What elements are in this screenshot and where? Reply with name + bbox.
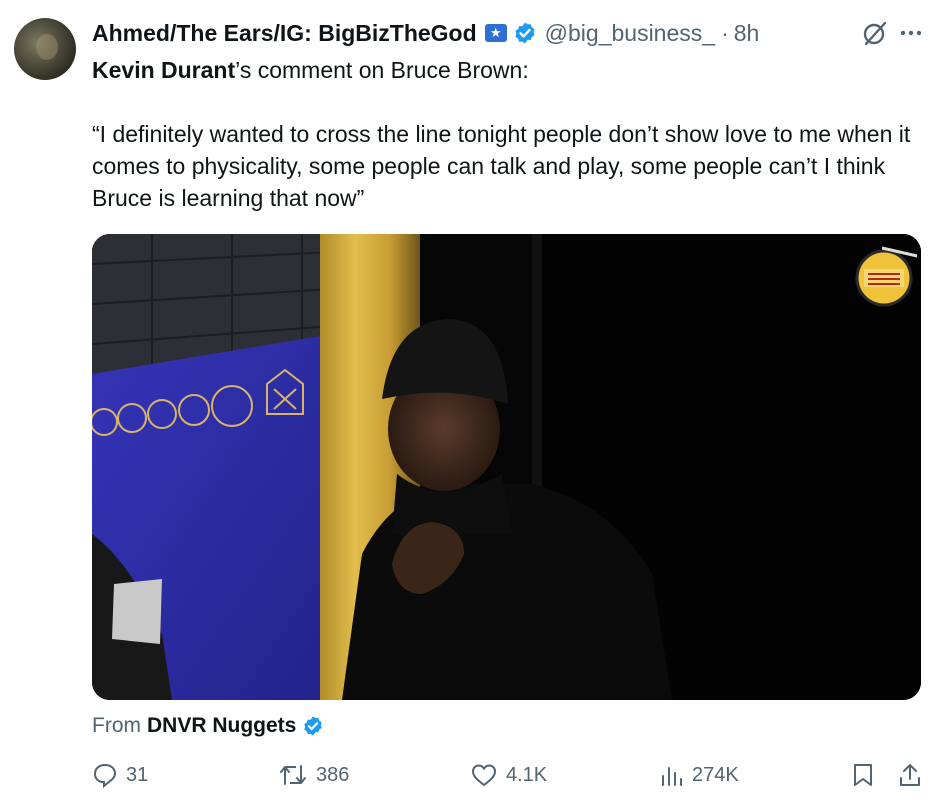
like-button[interactable]: 4.1K <box>470 762 547 788</box>
share-button[interactable] <box>898 762 930 788</box>
from-prefix: From <box>92 714 141 737</box>
author-display-name[interactable]: Ahmed/The Ears/IG: BigBizTheGod <box>92 20 477 47</box>
author-avatar[interactable] <box>14 18 76 80</box>
views-icon <box>662 767 682 786</box>
source-account-link[interactable]: DNVR Nuggets <box>147 714 296 738</box>
video-player[interactable] <box>92 234 921 700</box>
tweet-timestamp[interactable]: 8h <box>734 20 760 47</box>
grok-icon[interactable] <box>860 18 890 48</box>
subtitle-rest: ’s comment on Bruce Brown: <box>235 57 529 83</box>
reply-button[interactable]: 31 <box>92 762 148 788</box>
verified-icon <box>304 716 323 736</box>
verified-icon <box>515 22 535 44</box>
author-handle[interactable]: @big_business_ <box>545 20 715 47</box>
more-icon[interactable] <box>896 18 926 48</box>
repost-count: 386 <box>316 763 350 786</box>
like-icon <box>471 764 497 787</box>
tweet-subtitle: Kevin Durant’s comment on Bruce Brown: <box>92 57 529 84</box>
share-icon <box>900 764 920 786</box>
bookmark-icon <box>854 764 872 786</box>
separator-dot: · <box>721 19 729 46</box>
views-button[interactable]: 274K <box>660 762 739 788</box>
repost-icon <box>280 765 306 785</box>
video-source: From DNVR Nuggets <box>92 714 324 738</box>
tweet-header: Ahmed/The Ears/IG: BigBizTheGod ★ @big_b… <box>92 18 920 48</box>
affiliation-badge-icon[interactable]: ★ <box>484 24 507 42</box>
view-count: 274K <box>692 763 739 786</box>
tweet-actions: 31 386 4.1K 274K <box>92 762 926 792</box>
subtitle-name: Kevin Durant <box>92 57 236 83</box>
tweet-text: “I definitely wanted to cross the line t… <box>92 121 911 211</box>
bookmark-button[interactable] <box>852 762 882 788</box>
repost-button[interactable]: 386 <box>278 762 349 788</box>
video-frame <box>92 234 921 700</box>
like-count: 4.1K <box>506 763 548 786</box>
reply-count: 31 <box>126 763 149 786</box>
reply-icon <box>93 763 117 788</box>
